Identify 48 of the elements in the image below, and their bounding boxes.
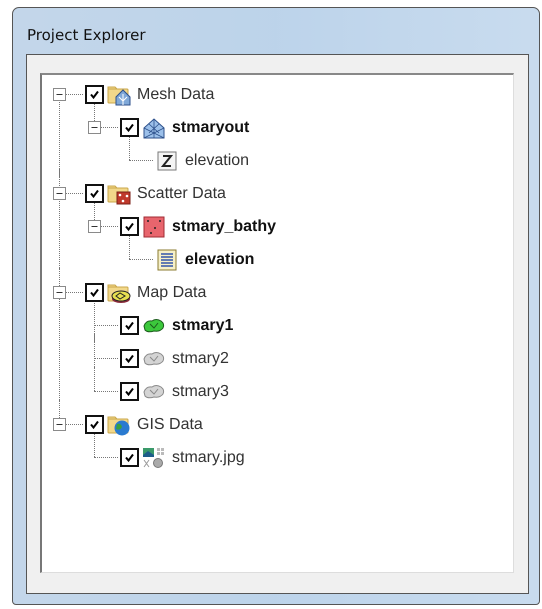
- collapse-toggle[interactable]: [88, 121, 101, 134]
- tree-item-label[interactable]: GIS Data: [137, 416, 203, 434]
- collapse-toggle[interactable]: [53, 418, 66, 431]
- tree-item-label[interactable]: elevation: [185, 250, 254, 268]
- checkmark-icon: [123, 451, 136, 464]
- map-folder-icon: [107, 282, 131, 304]
- checkmark-icon: [88, 88, 101, 101]
- tree-item-label[interactable]: elevation: [185, 152, 250, 170]
- checkmark-icon: [88, 286, 101, 299]
- checkmark-icon: [123, 319, 136, 332]
- checkmark-icon: [123, 352, 136, 365]
- tree-item-label[interactable]: Mesh Data: [137, 86, 214, 104]
- checkbox[interactable]: [85, 85, 104, 104]
- checkbox[interactable]: [85, 415, 104, 434]
- collapse-toggle[interactable]: [53, 187, 66, 200]
- checkmark-icon: [123, 385, 136, 398]
- z-dataset-icon: [155, 150, 179, 172]
- tree-item-label[interactable]: stmary_bathy: [172, 218, 276, 236]
- collapse-toggle[interactable]: [53, 88, 66, 101]
- tree-item-label[interactable]: Map Data: [137, 284, 206, 302]
- checkmark-icon: [88, 187, 101, 200]
- tree-item-label[interactable]: stmaryout: [172, 118, 250, 136]
- scatter-folder-icon: [107, 182, 131, 204]
- tree-item-label[interactable]: stmary3: [172, 382, 229, 400]
- checkmark-icon: [123, 121, 136, 134]
- tree-item-label[interactable]: Scatter Data: [137, 184, 226, 202]
- checkbox[interactable]: [85, 283, 104, 302]
- tree-item-label[interactable]: stmary1: [172, 316, 234, 334]
- checkbox[interactable]: [85, 184, 104, 203]
- checkbox[interactable]: [120, 448, 139, 467]
- image-icon: [142, 446, 166, 468]
- collapse-toggle[interactable]: [88, 220, 101, 233]
- checkbox[interactable]: [120, 382, 139, 401]
- checkmark-icon: [88, 418, 101, 431]
- globe-folder-icon: [107, 414, 131, 436]
- checkbox[interactable]: [120, 217, 139, 236]
- tree-item-label[interactable]: stmary.jpg: [172, 448, 245, 466]
- scatter-icon: [142, 216, 166, 238]
- checkbox[interactable]: [120, 316, 139, 335]
- tree-item-label[interactable]: stmary2: [172, 350, 229, 368]
- checkmark-icon: [123, 220, 136, 233]
- checkbox[interactable]: [120, 118, 139, 137]
- mesh-folder-icon: [107, 84, 131, 106]
- mesh-icon: [142, 116, 166, 138]
- table-icon: [155, 248, 179, 270]
- window-title: Project Explorer: [26, 25, 147, 46]
- collapse-toggle[interactable]: [53, 286, 66, 299]
- checkbox[interactable]: [120, 349, 139, 368]
